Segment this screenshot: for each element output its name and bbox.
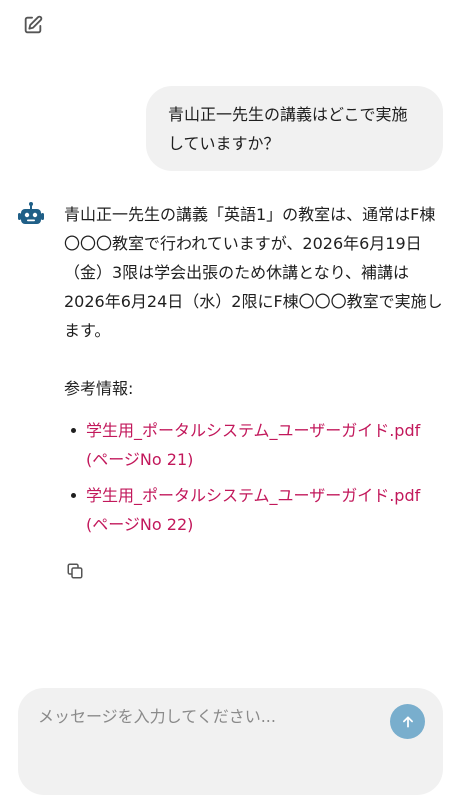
copy-button[interactable] [64,560,86,582]
bot-avatar [17,200,45,228]
bot-message-text: 青山正一先生の講義「英語1」の教室は、通常はF棟〇〇〇教室で行われていますが、2… [64,205,443,340]
references-label: 参考情報: [64,379,134,398]
bullet [71,493,76,498]
reference-item: 学生用_ポータルシステム_ユーザーガイド.pdf (ページNo 21) [64,416,424,474]
references-list: 学生用_ポータルシステム_ユーザーガイド.pdf (ページNo 21) 学生用_… [64,416,424,546]
chat-screen: 青山正一先生の講義はどこで実施していますか？ 青山正一先生の講義「英語1」の教室… [0,0,461,800]
reference-link[interactable]: 学生用_ポータルシステム_ユーザーガイド.pdf (ページNo 22) [86,486,420,534]
send-button[interactable] [390,704,425,739]
new-chat-button[interactable] [20,12,46,38]
reference-link[interactable]: 学生用_ポータルシステム_ユーザーガイド.pdf (ページNo 21) [86,421,420,469]
reference-item: 学生用_ポータルシステム_ユーザーガイド.pdf (ページNo 22) [64,481,424,539]
message-composer [18,688,443,795]
message-input[interactable] [36,700,370,732]
arrow-up-icon [402,715,413,728]
copy-icon [67,563,83,579]
user-message-bubble: 青山正一先生の講義はどこで実施していますか？ [146,86,443,171]
bullet [71,428,76,433]
edit-icon [24,15,43,34]
robot-icon [18,202,44,224]
user-message-text: 青山正一先生の講義はどこで実施していますか？ [168,105,408,153]
